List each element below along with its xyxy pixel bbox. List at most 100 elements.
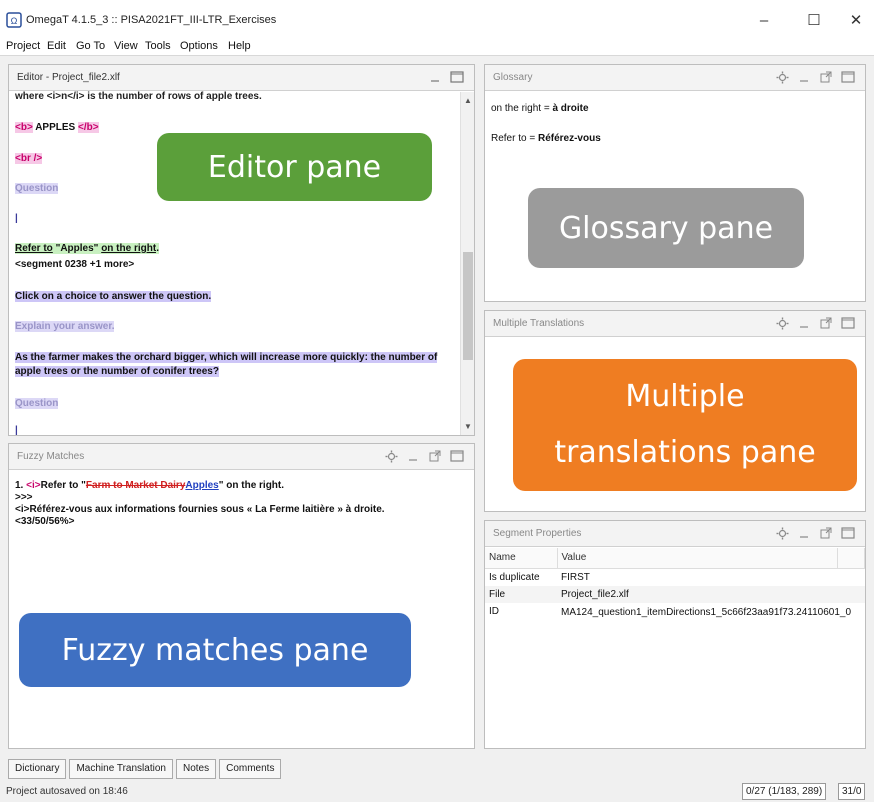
editor-pane-header: Editor - Project_file2.xlf: [9, 65, 474, 91]
editor-scrollbar[interactable]: ▲ ▼: [460, 92, 474, 435]
table-row[interactable]: Is duplicate FIRST: [485, 568, 865, 586]
tag-b-close: </b>: [78, 122, 99, 133]
tab-notes[interactable]: Notes: [175, 759, 217, 779]
glossary-pane-title: Glossary: [493, 72, 533, 83]
menu-options[interactable]: Options: [180, 40, 218, 52]
undock-icon[interactable]: [819, 70, 833, 84]
segprops-pane-header: Segment Properties: [485, 521, 865, 547]
maximize-pane-icon[interactable]: [450, 449, 464, 463]
table-row[interactable]: ID MA124_question1_itemDirections1_5c66f…: [485, 603, 865, 622]
column-header-empty: [837, 548, 865, 569]
text-cursor-2: |: [15, 425, 18, 436]
menu-tools[interactable]: Tools: [145, 40, 171, 52]
segment-line-top: where <i>n</i> is the number of rows of …: [15, 91, 262, 101]
refer-right-text: on the right: [101, 243, 157, 254]
editor-pane-title: Editor - Project_file2.xlf: [17, 72, 120, 83]
menu-go-to[interactable]: Go To: [76, 40, 105, 52]
progress-indicator[interactable]: 0/27 (1/183, 289): [742, 783, 827, 800]
maximize-pane-icon[interactable]: [841, 316, 855, 330]
tag-b-open: <b>: [15, 122, 33, 133]
segment-click-choice[interactable]: Click on a choice to answer the question…: [15, 291, 212, 302]
prop-name: ID: [489, 605, 499, 617]
segprops-pane-title: Segment Properties: [493, 528, 582, 539]
segment-explain-text: Explain your answer.: [15, 321, 115, 332]
glossary-entry[interactable]: Refer to = Référez-vous: [491, 133, 601, 144]
segment-explain[interactable]: Explain your answer.: [15, 321, 115, 332]
table-row[interactable]: File Project_file2.xlf: [485, 585, 865, 603]
prop-name: File: [485, 585, 557, 603]
gear-icon[interactable]: [384, 449, 398, 463]
maximize-pane-icon[interactable]: [450, 70, 464, 84]
tag-br: <br />: [15, 153, 43, 164]
fuzzy-pane-callout: Fuzzy matches pane: [19, 613, 411, 687]
fuzzy-score: <33/50/56%>: [15, 516, 75, 527]
maximize-window-button[interactable]: ☐: [796, 8, 832, 32]
segment-refer-to[interactable]: Refer to "Apples" on the right.: [15, 243, 159, 254]
minimize-pane-icon[interactable]: [797, 70, 811, 84]
fuzzy-source-line: 1. <i>Refer to "Farm to Market DairyAppl…: [15, 480, 285, 491]
editor-pane-callout: Editor pane: [157, 133, 432, 201]
prop-name: Is duplicate: [489, 571, 540, 583]
table-header-row: Name Value: [485, 548, 865, 569]
gear-icon[interactable]: [775, 526, 789, 540]
text-cursor-1: |: [15, 213, 18, 224]
fuzzy-tag: <i>: [26, 480, 41, 491]
segment-farmer-text: As the farmer makes the orchard bigger, …: [15, 352, 438, 377]
segment-properties-table: Name Value Is duplicate FIRST File Proje…: [485, 548, 865, 622]
gear-icon[interactable]: [775, 316, 789, 330]
maximize-pane-icon[interactable]: [841, 70, 855, 84]
tab-machine-translation[interactable]: Machine Translation: [69, 759, 173, 779]
segment-question-2[interactable]: Question: [15, 398, 59, 409]
gear-icon[interactable]: [775, 70, 789, 84]
minimize-pane-icon[interactable]: [797, 526, 811, 540]
scroll-down-icon[interactable]: ▼: [464, 422, 472, 431]
glossary-pane: Glossary on the right = à droite Refer t…: [484, 64, 866, 302]
fuzzy-match-entry[interactable]: 1. <i>Refer to "Farm to Market DairyAppl…: [15, 480, 385, 528]
multiple-translations-callout: Multiple translations pane: [513, 359, 857, 491]
glossary-entry[interactable]: on the right = à droite: [491, 103, 589, 114]
minimize-pane-icon[interactable]: [406, 449, 420, 463]
segment-question-1[interactable]: Question: [15, 183, 59, 194]
status-message: Project autosaved on 18:46: [6, 786, 128, 797]
tab-comments[interactable]: Comments: [219, 759, 282, 779]
bottom-tabs: Dictionary Machine Translation Notes Com…: [8, 759, 282, 779]
menu-view[interactable]: View: [114, 40, 138, 52]
tab-dictionary[interactable]: Dictionary: [8, 759, 67, 779]
segment-click-choice-text: Click on a choice to answer the question…: [15, 291, 212, 302]
undock-icon[interactable]: [428, 449, 442, 463]
segment-question-1-text: Question: [15, 183, 59, 194]
minimize-window-button[interactable]: –: [746, 8, 782, 32]
prop-value: Project_file2.xlf: [557, 585, 865, 603]
segment-question-2-text: Question: [15, 398, 59, 409]
menu-project[interactable]: Project: [6, 40, 40, 52]
svg-text:Ω: Ω: [11, 16, 18, 26]
segment-properties-pane: Segment Properties Name Value Is duplica…: [484, 520, 866, 749]
segment-farmer[interactable]: As the farmer makes the orchard bigger, …: [15, 351, 445, 379]
segment-br[interactable]: <br />: [15, 153, 43, 164]
editor-scroll-thumb[interactable]: [463, 252, 473, 360]
status-bar: Project autosaved on 18:46 0/27 (1/183, …: [0, 782, 874, 802]
refer-period: .: [156, 243, 159, 254]
scroll-up-icon[interactable]: ▲: [464, 96, 472, 105]
minimize-pane-icon[interactable]: [797, 316, 811, 330]
multiple-pane-title: Multiple Translations: [493, 318, 585, 329]
prop-value: MA124_question1_itemDirections1_5c66f23a…: [561, 606, 852, 618]
close-window-button[interactable]: ✕: [838, 8, 874, 32]
column-header-name[interactable]: Name: [485, 548, 558, 569]
column-header-value[interactable]: Value: [557, 548, 838, 569]
segment-apples[interactable]: <b> APPLES </b>: [15, 122, 99, 133]
undock-icon[interactable]: [819, 316, 833, 330]
undock-icon[interactable]: [819, 526, 833, 540]
menu-edit[interactable]: Edit: [47, 40, 66, 52]
menu-help[interactable]: Help: [228, 40, 251, 52]
glossary-pane-callout: Glossary pane: [528, 188, 804, 268]
segment-count-indicator[interactable]: 31/0: [838, 783, 866, 800]
maximize-pane-icon[interactable]: [841, 526, 855, 540]
refer-to-text: Refer to: [15, 243, 53, 254]
refer-apples-text: "Apples": [52, 243, 102, 254]
glossary-pane-header: Glossary: [485, 65, 865, 91]
fuzzy-deleted-text: Farm to Market Dairy: [85, 480, 186, 491]
editor-pane: Editor - Project_file2.xlf where <i>n</i…: [8, 64, 475, 436]
fuzzy-arrows: >>>: [15, 492, 33, 503]
minimize-pane-icon[interactable]: [428, 70, 442, 84]
